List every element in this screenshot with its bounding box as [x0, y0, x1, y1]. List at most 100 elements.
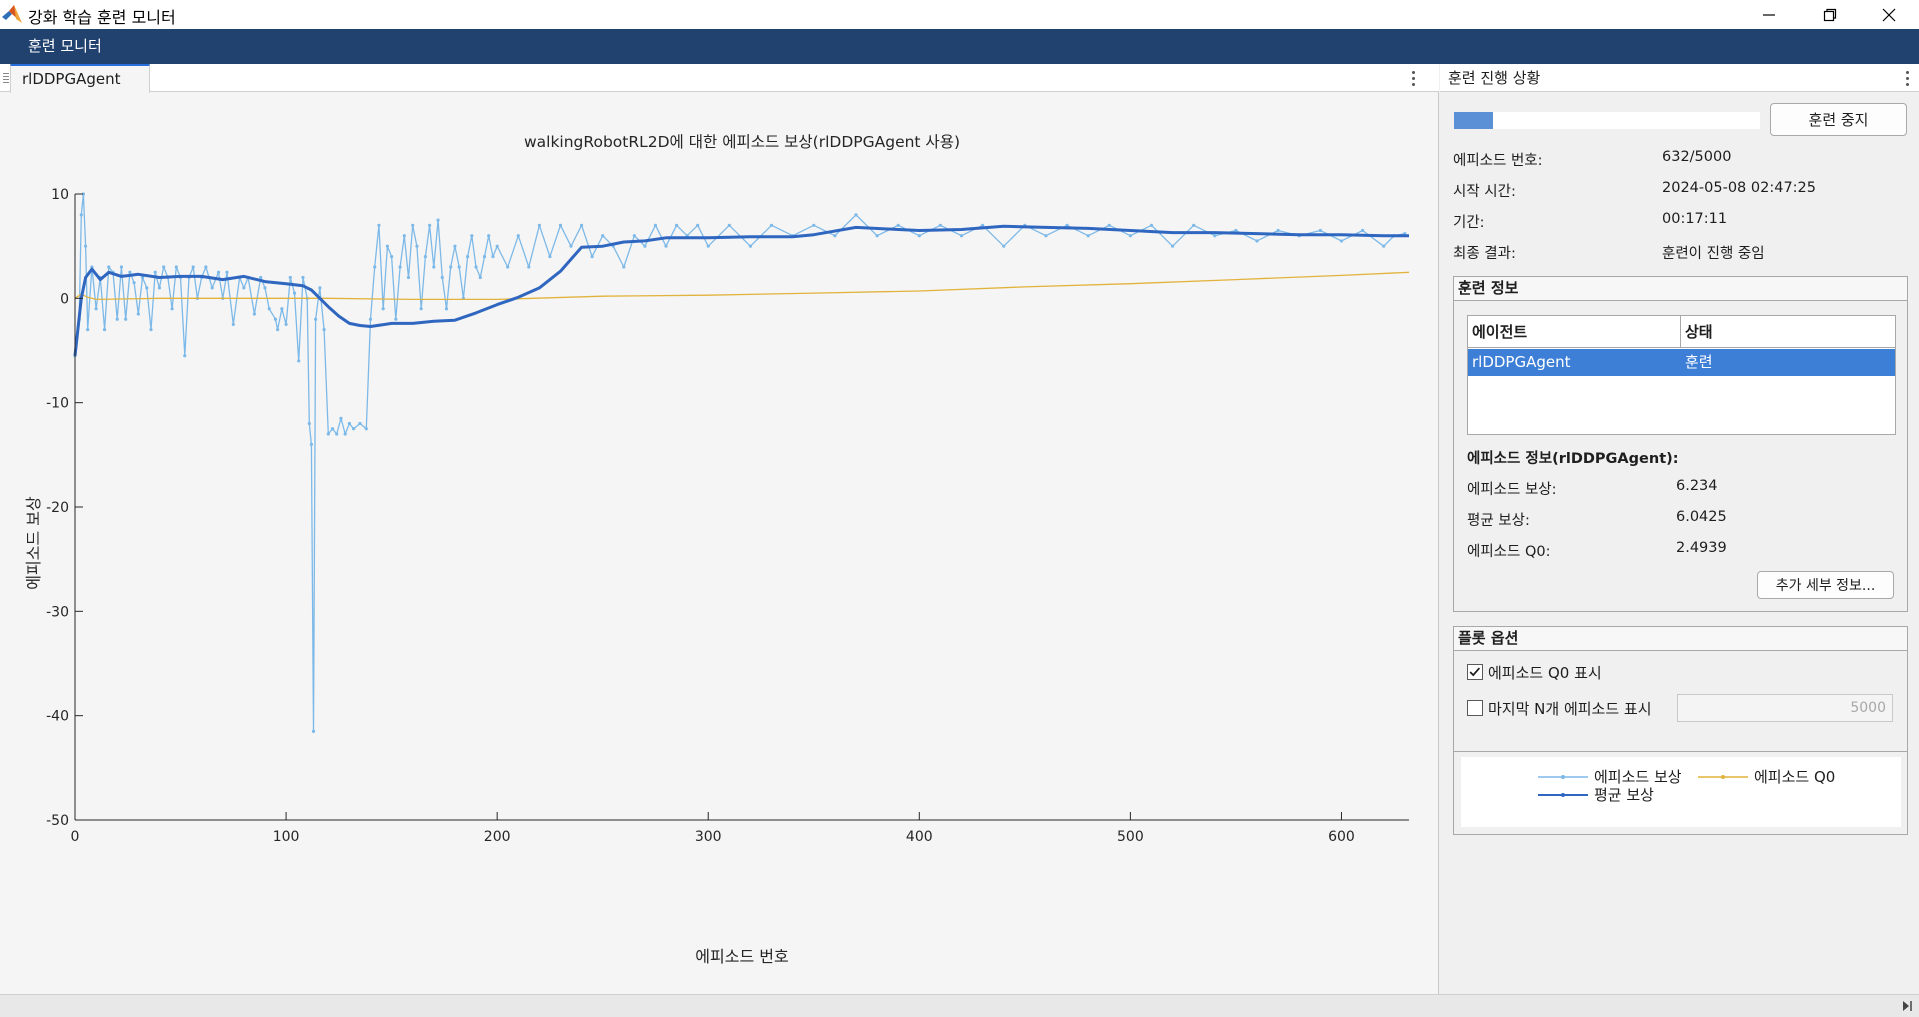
data-point-episode-reward — [398, 265, 402, 269]
data-point-episode-reward — [1318, 228, 1322, 233]
x-tick-label: 500 — [1117, 829, 1144, 845]
training-progress-panel: 훈련 진행 상황 훈련 중지 에피소드 번호: 632/5000 시작 시간: … — [1440, 64, 1919, 994]
data-point-episode-reward — [569, 244, 573, 248]
collapse-panel-icon[interactable] — [1901, 1000, 1913, 1012]
y-tick-label: -30 — [46, 604, 69, 620]
show-q0-checkbox[interactable] — [1467, 664, 1483, 680]
y-tick-label: 0 — [60, 291, 69, 307]
legend-swatch-episode-q0 — [1698, 774, 1748, 779]
legend-item-average-reward[interactable]: 평균 보상 — [1536, 784, 1654, 805]
data-point-episode-reward — [527, 265, 531, 269]
data-point-episode-reward — [449, 265, 453, 269]
last-n-episodes-checkbox[interactable] — [1467, 700, 1483, 716]
window-titlebar: 강화 학습 훈련 모니터 — [0, 0, 1919, 29]
tab-rlddpgagent[interactable]: rlDDPGAgent — [10, 64, 150, 93]
x-tick-label: 300 — [695, 829, 722, 845]
data-point-episode-reward — [727, 223, 731, 227]
data-point-episode-reward — [428, 223, 432, 227]
data-point-episode-reward — [242, 286, 246, 290]
data-point-episode-reward — [453, 244, 457, 248]
minimize-button[interactable] — [1746, 0, 1792, 29]
legend-item-episode-q0[interactable]: 에피소드 Q0 — [1696, 766, 1835, 787]
data-point-episode-reward — [373, 265, 377, 269]
data-point-episode-reward — [696, 223, 700, 227]
more-details-button[interactable]: 추가 세부 정보... — [1757, 571, 1894, 599]
panel-menu-icon[interactable] — [1900, 69, 1914, 87]
data-point-episode-reward — [124, 317, 128, 321]
table-header-agent[interactable]: 에이전트 — [1468, 316, 1681, 348]
data-point-episode-reward — [537, 223, 541, 227]
data-point-episode-reward — [491, 255, 495, 259]
data-point-episode-reward — [288, 275, 292, 280]
episode-reward-value: 6.234 — [1676, 478, 1718, 494]
plot-series-group — [73, 192, 1410, 733]
data-point-episode-reward — [309, 442, 314, 446]
plot-options-title: 플롯 옵션 — [1454, 627, 1907, 651]
data-point-episode-reward — [1149, 223, 1154, 227]
data-point-episode-reward — [1276, 228, 1280, 233]
data-point-episode-reward — [381, 307, 385, 311]
close-button[interactable] — [1866, 0, 1912, 29]
agent-table: 에이전트 상태 rlDDPGAgent 훈련 — [1467, 315, 1896, 435]
close-icon — [1882, 8, 1896, 21]
data-point-episode-reward — [252, 312, 257, 316]
series-line-episode-reward — [74, 193, 1405, 732]
restore-button[interactable] — [1807, 0, 1853, 29]
document-tabbar: rlDDPGAgent — [0, 64, 1439, 93]
toolstrip-tabs: 훈련 모니터 — [0, 29, 1919, 64]
table-header-status[interactable]: 상태 — [1681, 316, 1895, 348]
average-reward-value: 6.0425 — [1676, 509, 1727, 525]
drag-grip-icon[interactable] — [3, 72, 9, 84]
info-label-episode: 에피소드 번호: — [1453, 153, 1543, 169]
data-point-episode-reward — [335, 432, 339, 436]
data-point-episode-reward — [769, 223, 774, 227]
data-point-episode-reward — [301, 275, 305, 280]
restore-icon — [1823, 8, 1837, 21]
data-point-episode-reward — [1255, 239, 1259, 243]
data-point-episode-reward — [368, 317, 373, 321]
data-point-episode-reward — [263, 286, 267, 290]
training-info-group: 훈련 정보 에이전트 상태 rlDDPGAgent 훈련 에피소드 정보(rlD… — [1453, 276, 1908, 612]
data-point-episode-reward — [162, 265, 166, 269]
data-point-episode-reward — [1360, 228, 1365, 233]
progress-fill — [1454, 112, 1493, 129]
data-point-episode-reward — [149, 328, 153, 332]
stop-training-button[interactable]: 훈련 중지 — [1770, 103, 1907, 136]
data-point-episode-reward — [273, 317, 278, 321]
data-point-episode-reward — [854, 213, 858, 217]
info-label-start-time: 시작 시간: — [1453, 184, 1516, 200]
data-point-episode-reward — [170, 307, 174, 311]
data-point-episode-reward — [102, 328, 107, 332]
data-point-episode-reward — [406, 275, 411, 280]
data-point-episode-reward — [128, 270, 132, 274]
data-point-episode-reward — [280, 307, 284, 311]
x-tick-label: 600 — [1328, 829, 1355, 845]
data-point-episode-reward — [959, 234, 964, 238]
data-point-episode-reward — [938, 223, 943, 227]
data-point-episode-reward — [1382, 244, 1386, 248]
last-n-episodes-input[interactable]: 5000 — [1677, 694, 1893, 722]
table-row[interactable]: rlDDPGAgent 훈련 — [1468, 349, 1895, 376]
data-point-episode-reward — [632, 234, 636, 238]
training-progress-header: 훈련 진행 상황 — [1440, 64, 1919, 92]
data-point-episode-reward — [579, 223, 584, 227]
show-q0-label[interactable]: 에피소드 Q0 표시 — [1488, 662, 1602, 683]
data-point-episode-reward — [917, 234, 921, 238]
data-point-episode-reward — [107, 265, 111, 269]
last-n-episodes-label[interactable]: 마지막 N개 에피소드 표시 — [1488, 698, 1652, 719]
window-title: 강화 학습 훈련 모니터 — [28, 8, 176, 27]
data-point-episode-reward — [1339, 239, 1344, 243]
document-menu-icon[interactable] — [1406, 69, 1420, 87]
data-point-episode-reward — [394, 317, 398, 321]
data-point-episode-reward — [419, 307, 423, 311]
data-point-episode-reward — [558, 223, 563, 227]
average-reward-label: 평균 보상: — [1467, 513, 1530, 529]
y-tick-label: -10 — [46, 396, 69, 412]
chart-axes: 0 100 200 300 400 500 600100-10-20-30-40-50 — [46, 187, 1409, 845]
tab-training-monitor[interactable]: 훈련 모니터 — [14, 29, 116, 64]
data-point-episode-reward — [674, 223, 679, 227]
data-point-episode-reward — [307, 421, 311, 426]
data-point-episode-reward — [231, 322, 235, 327]
data-point-episode-reward — [653, 223, 658, 227]
data-point-episode-reward — [86, 328, 90, 332]
